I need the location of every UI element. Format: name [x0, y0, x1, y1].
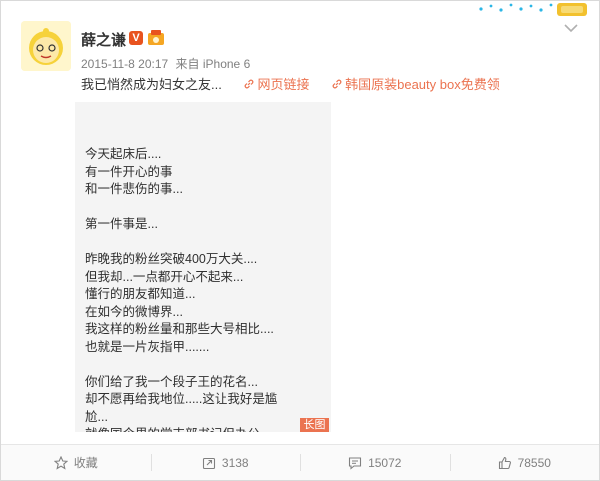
link-icon [332, 79, 342, 89]
weibo-card: 薛之谦 V 2015-11-8 20:17 来自 iPhone 6 我已悄然成为… [0, 0, 600, 481]
repost-button[interactable]: 3138 [150, 445, 301, 480]
verified-badge: V [129, 31, 143, 45]
thumbs-up-icon [498, 456, 511, 469]
comment-count: 15072 [368, 455, 402, 470]
post-meta: 2015-11-8 20:17 来自 iPhone 6 [81, 55, 250, 72]
long-image-line: 也就是一片灰指甲....... [85, 339, 210, 354]
long-image-line: 我这样的粉丝量和那些大号相比.... [85, 322, 274, 336]
long-image-badge: 长图 [300, 418, 329, 432]
decoration-icon [479, 3, 587, 16]
avatar[interactable] [21, 21, 71, 71]
long-image-line: 但我却...一点都开心不起来... [85, 269, 244, 284]
web-link-label: 网页链接 [257, 77, 310, 92]
action-toolbar: 收藏 3138 15072 78550 [1, 445, 599, 480]
long-image-line: 和一件悲伤的事... [85, 182, 183, 196]
like-count: 78550 [517, 455, 551, 470]
long-image-line: 却不愿再给我地位.....这让我好是尴 [85, 392, 278, 406]
long-image-line: 今天起床后.... [85, 147, 162, 161]
long-image-line: 昨晚我的粉丝突破400万大关.... [85, 252, 258, 266]
favorite-button[interactable]: 收藏 [1, 445, 151, 480]
long-image-line: 你们给了我一个段子王的花名... [85, 374, 258, 389]
post-text: 我已悄然成为妇女之友... [81, 77, 222, 92]
star-icon [53, 455, 68, 470]
long-image-line: 第一件事是... [85, 217, 158, 231]
post-source: 来自 iPhone 6 [175, 57, 251, 71]
post-time[interactable]: 2015-11-8 20:17 [81, 57, 168, 71]
long-image-line: 尬... [85, 409, 108, 424]
comment-button[interactable]: 15072 [300, 445, 450, 480]
chevron-down-icon[interactable] [563, 23, 579, 33]
user-name[interactable]: 薛之谦 [81, 29, 126, 50]
long-image-line: 就像国企里的党支部书记但办公 [85, 426, 325, 432]
long-image-line: 有一件开心的事 [85, 164, 173, 179]
long-image-line: 懂行的朋友都知道... [85, 287, 196, 301]
comment-icon [349, 456, 362, 470]
post-text-row: 我已悄然成为妇女之友... 网页链接 韩国原装beauty box免费领 [81, 74, 500, 93]
promo-link-label: 韩国原装beauty box免费领 [345, 77, 500, 92]
medal-icon [148, 30, 164, 45]
web-link[interactable]: 网页链接 [243, 77, 313, 92]
repost-count: 3138 [221, 455, 249, 470]
long-image-text: 今天起床后.... 有一件开心的事 和一件悲伤的事... 第一件事是... 昨晚我的粉丝… [85, 146, 325, 432]
like-button[interactable]: 78550 [449, 445, 600, 480]
repost-icon [202, 457, 215, 469]
link-icon [245, 79, 254, 89]
favorite-label: 收藏 [73, 456, 98, 470]
long-image-line: 在如今的微博界... [85, 304, 183, 319]
promo-link[interactable]: 韩国原装beauty box免费领 [331, 77, 500, 92]
long-image[interactable]: 今天起床后.... 有一件开心的事 和一件悲伤的事... 第一件事是... 昨晚我的粉丝… [75, 102, 331, 432]
